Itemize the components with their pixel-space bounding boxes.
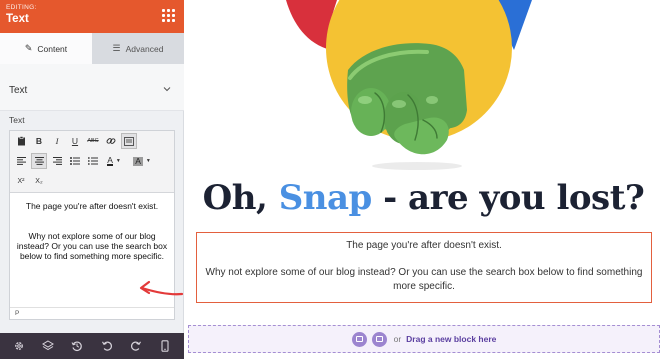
caret-down-icon: ▼ xyxy=(145,158,151,164)
text-field-label: Text xyxy=(9,115,25,125)
text-color-icon[interactable]: A ▼ xyxy=(103,153,125,169)
bold-icon[interactable]: B xyxy=(31,133,47,149)
element-path: P xyxy=(15,310,20,317)
caret-down-icon: ▼ xyxy=(115,158,121,164)
fist-illustration xyxy=(286,0,532,170)
superscript-icon[interactable]: X² xyxy=(13,173,29,189)
tab-content[interactable]: ✎ Content xyxy=(0,33,92,64)
text-block-line: The page you're after doesn't exist. xyxy=(346,240,502,251)
background-color-icon[interactable]: A ▼ xyxy=(130,153,154,169)
block-grid-icon[interactable] xyxy=(162,9,175,22)
editor-footer-toolbar xyxy=(0,333,184,359)
align-left-icon[interactable] xyxy=(13,153,29,169)
rte-paragraph: Why not explore some of our blog instead… xyxy=(16,231,168,261)
settings-icon[interactable] xyxy=(12,339,26,353)
italic-icon[interactable]: I xyxy=(49,133,65,149)
page-heading[interactable]: Oh, Snap - are you lost? xyxy=(185,178,662,218)
rte-paragraph: The page you're after doesn't exist. xyxy=(25,201,159,211)
editor-sidebar: EDITING: Text ✎ Content ☰ Advanced Text … xyxy=(0,0,184,359)
link-icon[interactable] xyxy=(103,133,119,149)
tab-content-label: Content xyxy=(37,43,68,54)
bullet-list-icon[interactable] xyxy=(67,153,83,169)
tab-advanced[interactable]: ☰ Advanced xyxy=(92,33,184,64)
add-section-icon[interactable] xyxy=(371,331,387,347)
section-title: Text xyxy=(9,85,28,96)
redo-icon[interactable] xyxy=(129,339,143,353)
page-canvas: Oh, Snap - are you lost? The page you're… xyxy=(185,0,662,359)
add-block-icon[interactable] xyxy=(351,331,367,347)
block-drop-zone[interactable]: or Drag a new block here xyxy=(188,325,660,353)
align-right-icon[interactable] xyxy=(49,153,65,169)
editing-title: Text xyxy=(6,13,29,25)
text-block-line: Why not explore some of our blog instead… xyxy=(205,267,643,292)
sliders-icon: ☰ xyxy=(112,43,121,53)
align-center-icon[interactable] xyxy=(31,153,47,169)
numbered-list-icon[interactable] xyxy=(85,153,101,169)
strikethrough-icon[interactable]: ABC xyxy=(85,133,101,149)
rte-toolbar: B I U ABC A ▼ A ▼ X² X₂ xyxy=(10,131,174,193)
text-color-glyph: A xyxy=(107,155,113,166)
undo-icon[interactable] xyxy=(100,339,114,353)
sidebar-tabs: ✎ Content ☰ Advanced xyxy=(0,33,184,64)
clipboard-icon[interactable] xyxy=(13,133,29,149)
editor-header: EDITING: Text xyxy=(0,0,184,33)
bg-color-glyph: A xyxy=(133,155,143,166)
rte-statusbar: P xyxy=(10,307,174,319)
tab-advanced-label: Advanced xyxy=(125,43,164,54)
heading-highlight: Snap xyxy=(278,178,373,218)
heading-text: - are you lost? xyxy=(371,178,645,218)
editing-label: EDITING: xyxy=(6,4,37,11)
pencil-icon: ✎ xyxy=(24,43,33,53)
selected-text-block[interactable]: The page you're after doesn't exist. Why… xyxy=(196,232,652,303)
layers-icon[interactable] xyxy=(41,339,55,353)
subscript-icon[interactable]: X₂ xyxy=(31,173,47,189)
source-code-icon[interactable] xyxy=(121,133,137,149)
annotation-arrow xyxy=(139,280,184,296)
text-section-header[interactable]: Text xyxy=(0,64,184,111)
chevron-down-icon xyxy=(163,87,171,92)
underline-icon[interactable]: U xyxy=(67,133,83,149)
drop-zone-or: or xyxy=(393,334,402,344)
mobile-preview-icon[interactable] xyxy=(158,339,172,353)
drop-zone-label: Drag a new block here xyxy=(406,334,497,344)
history-icon[interactable] xyxy=(70,339,84,353)
heading-text: Oh, xyxy=(202,178,279,218)
